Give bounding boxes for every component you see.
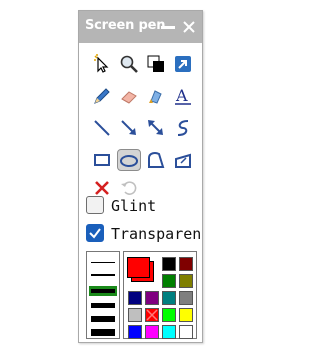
line-width-6[interactable] xyxy=(91,329,115,336)
glint-checkbox[interactable] xyxy=(86,196,104,214)
current-color xyxy=(127,257,150,278)
minimize-icon[interactable] xyxy=(160,19,176,35)
glint-label: Glint xyxy=(111,197,157,215)
title-bar[interactable]: Screen pen xyxy=(79,11,202,43)
line-width-4[interactable] xyxy=(91,303,115,308)
check-icon xyxy=(89,228,101,239)
transparent-checkbox[interactable] xyxy=(86,224,104,242)
line-width-5[interactable] xyxy=(91,316,115,322)
curve-icon[interactable] xyxy=(172,117,194,139)
screen-pen-window: Screen pen A Glint Transparen xyxy=(78,10,203,343)
line-width-1[interactable] xyxy=(91,262,115,263)
color-swatch[interactable] xyxy=(162,257,176,271)
color-swatch[interactable] xyxy=(179,308,193,322)
color-swatch[interactable] xyxy=(145,291,159,305)
color-swatch[interactable] xyxy=(128,291,142,305)
ellipse-icon[interactable] xyxy=(117,149,141,171)
color-swatch[interactable] xyxy=(162,325,176,339)
shortcut-icon[interactable] xyxy=(172,53,194,75)
color-palette xyxy=(123,251,197,339)
color-swatch[interactable] xyxy=(162,274,176,288)
tool-row-1 xyxy=(91,53,195,75)
color-swatch[interactable] xyxy=(162,291,176,305)
transparent-label: Transparen xyxy=(111,225,202,243)
color-swatch[interactable] xyxy=(128,308,142,322)
magnifier-icon[interactable] xyxy=(118,53,140,75)
color-swatch[interactable] xyxy=(145,308,159,322)
transparent-option[interactable]: Transparen xyxy=(86,224,202,246)
screen-mode-icon[interactable] xyxy=(145,53,167,75)
text-icon[interactable]: A xyxy=(172,85,194,107)
color-swatch[interactable] xyxy=(179,274,193,288)
highlighter-icon[interactable] xyxy=(145,85,167,107)
close-icon[interactable] xyxy=(181,19,197,35)
double-arrow-icon[interactable] xyxy=(145,117,167,139)
window-title: Screen pen xyxy=(85,18,166,33)
line-width-2[interactable] xyxy=(91,274,115,276)
arrow-icon[interactable] xyxy=(118,117,140,139)
color-swatch[interactable] xyxy=(179,325,193,339)
color-swatch[interactable] xyxy=(145,325,159,339)
color-swatch[interactable] xyxy=(162,308,176,322)
tool-row-3 xyxy=(91,117,195,139)
selected-swatch-icon xyxy=(146,309,158,321)
tool-row-2: A xyxy=(91,85,195,107)
magic-pointer-icon[interactable] xyxy=(91,53,113,75)
color-swatch[interactable] xyxy=(128,325,142,339)
pen-icon[interactable] xyxy=(91,85,113,107)
rectangle-icon[interactable] xyxy=(91,149,113,171)
glint-option[interactable]: Glint xyxy=(86,196,202,218)
text-tool-glyph: A xyxy=(175,86,188,105)
freeform-shape-icon[interactable] xyxy=(145,149,167,171)
tool-row-4 xyxy=(91,149,195,171)
eraser-icon[interactable] xyxy=(118,85,140,107)
line-width-3[interactable] xyxy=(91,289,115,293)
line-width-picker xyxy=(86,251,120,339)
color-swatch[interactable] xyxy=(179,257,193,271)
fill-icon[interactable] xyxy=(172,149,194,171)
line-icon[interactable] xyxy=(91,117,113,139)
color-swatch[interactable] xyxy=(179,291,193,305)
